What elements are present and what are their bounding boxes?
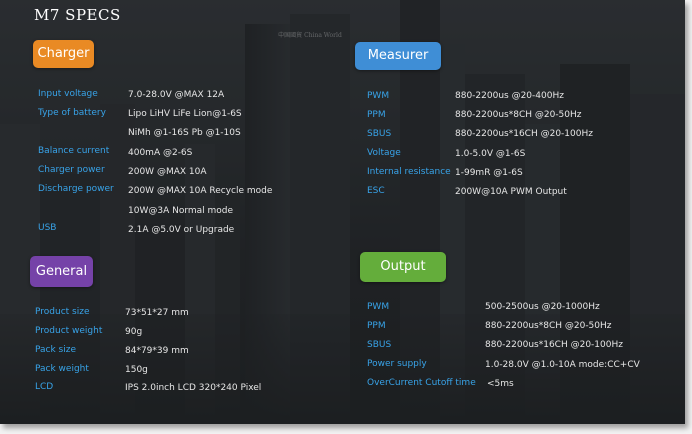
spec-value: NiMh @1-16S Pb @1-10S [128, 128, 241, 138]
spec-label: Charger power [38, 165, 105, 175]
spec-value: 880-2200us @20-400Hz [455, 91, 564, 101]
spec-label: ESC [367, 186, 385, 196]
spec-label: Voltage [367, 148, 401, 158]
spec-label: Internal resistance [367, 167, 451, 177]
spec-value: 200W @MAX 10A Recycle mode [128, 186, 273, 196]
spec-label: PWM [367, 91, 390, 101]
spec-label: USB [38, 223, 57, 233]
spec-value: 200W@10A PWM Output [455, 187, 567, 197]
general-section-badge: General [30, 256, 93, 287]
spec-label: OverCurrent Cutoff time [367, 378, 476, 388]
spec-label: SBUS [367, 129, 392, 139]
spec-label: Discharge power [38, 184, 114, 194]
spec-value: 84*79*39 mm [125, 346, 189, 356]
spec-value: 880-2200us*8CH @20-50Hz [485, 321, 612, 331]
page-title: M7 SPECS [34, 6, 121, 24]
measurer-section-badge: Measurer [355, 42, 441, 70]
spec-label: PPM [367, 321, 386, 331]
spec-value: 1.0-5.0V @1-6S [455, 149, 526, 159]
spec-value: 500-2500us @20-1000Hz [485, 302, 600, 312]
spec-label: Input voltage [38, 89, 98, 99]
spec-label: Pack weight [35, 364, 89, 374]
spec-label: Pack size [35, 345, 77, 355]
spec-value: 400mA @2-6S [128, 148, 193, 158]
spec-value: 200W @MAX 10A [128, 167, 207, 177]
spec-label: PPM [367, 110, 386, 120]
spec-value: 880-2200us*8CH @20-50Hz [455, 110, 582, 120]
spec-label: PWM [367, 302, 390, 312]
spec-value: 10W@3A Normal mode [128, 206, 234, 216]
spec-sheet: 中国國貿 China World M7 SPECS Charger Measur… [0, 0, 685, 424]
spec-value: 1.0-28.0V @1.0-10A mode:CC+CV [485, 360, 640, 370]
spec-label: Product weight [35, 326, 103, 336]
spec-value: Lipo LiHV LiFe Lion@1-6S [128, 109, 242, 119]
spec-value: 2.1A @5.0V or Upgrade [128, 225, 235, 235]
spec-value: <5ms [487, 379, 514, 389]
spec-label: Type of battery [38, 108, 106, 118]
spec-label: LCD [35, 382, 54, 392]
spec-label: Power supply [367, 359, 427, 369]
spec-value: 73*51*27 mm [125, 308, 189, 318]
spec-value: 90g [125, 327, 143, 337]
spec-value: 880-2200us*16CH @20-100Hz [455, 129, 593, 139]
spec-label: SBUS [367, 340, 392, 350]
spec-label: Product size [35, 307, 90, 317]
spec-value: 150g [125, 365, 148, 375]
spec-value: IPS 2.0inch LCD 320*240 Pixel [125, 383, 262, 393]
spec-value: 880-2200us*16CH @20-100Hz [485, 340, 623, 350]
spec-value: 7.0-28.0V @MAX 12A [128, 90, 225, 100]
output-section-badge: Output [360, 252, 446, 282]
spec-value: 1-99mR @1-6S [455, 168, 523, 178]
spec-label: Balance current [38, 146, 110, 156]
charger-section-badge: Charger [33, 40, 94, 68]
